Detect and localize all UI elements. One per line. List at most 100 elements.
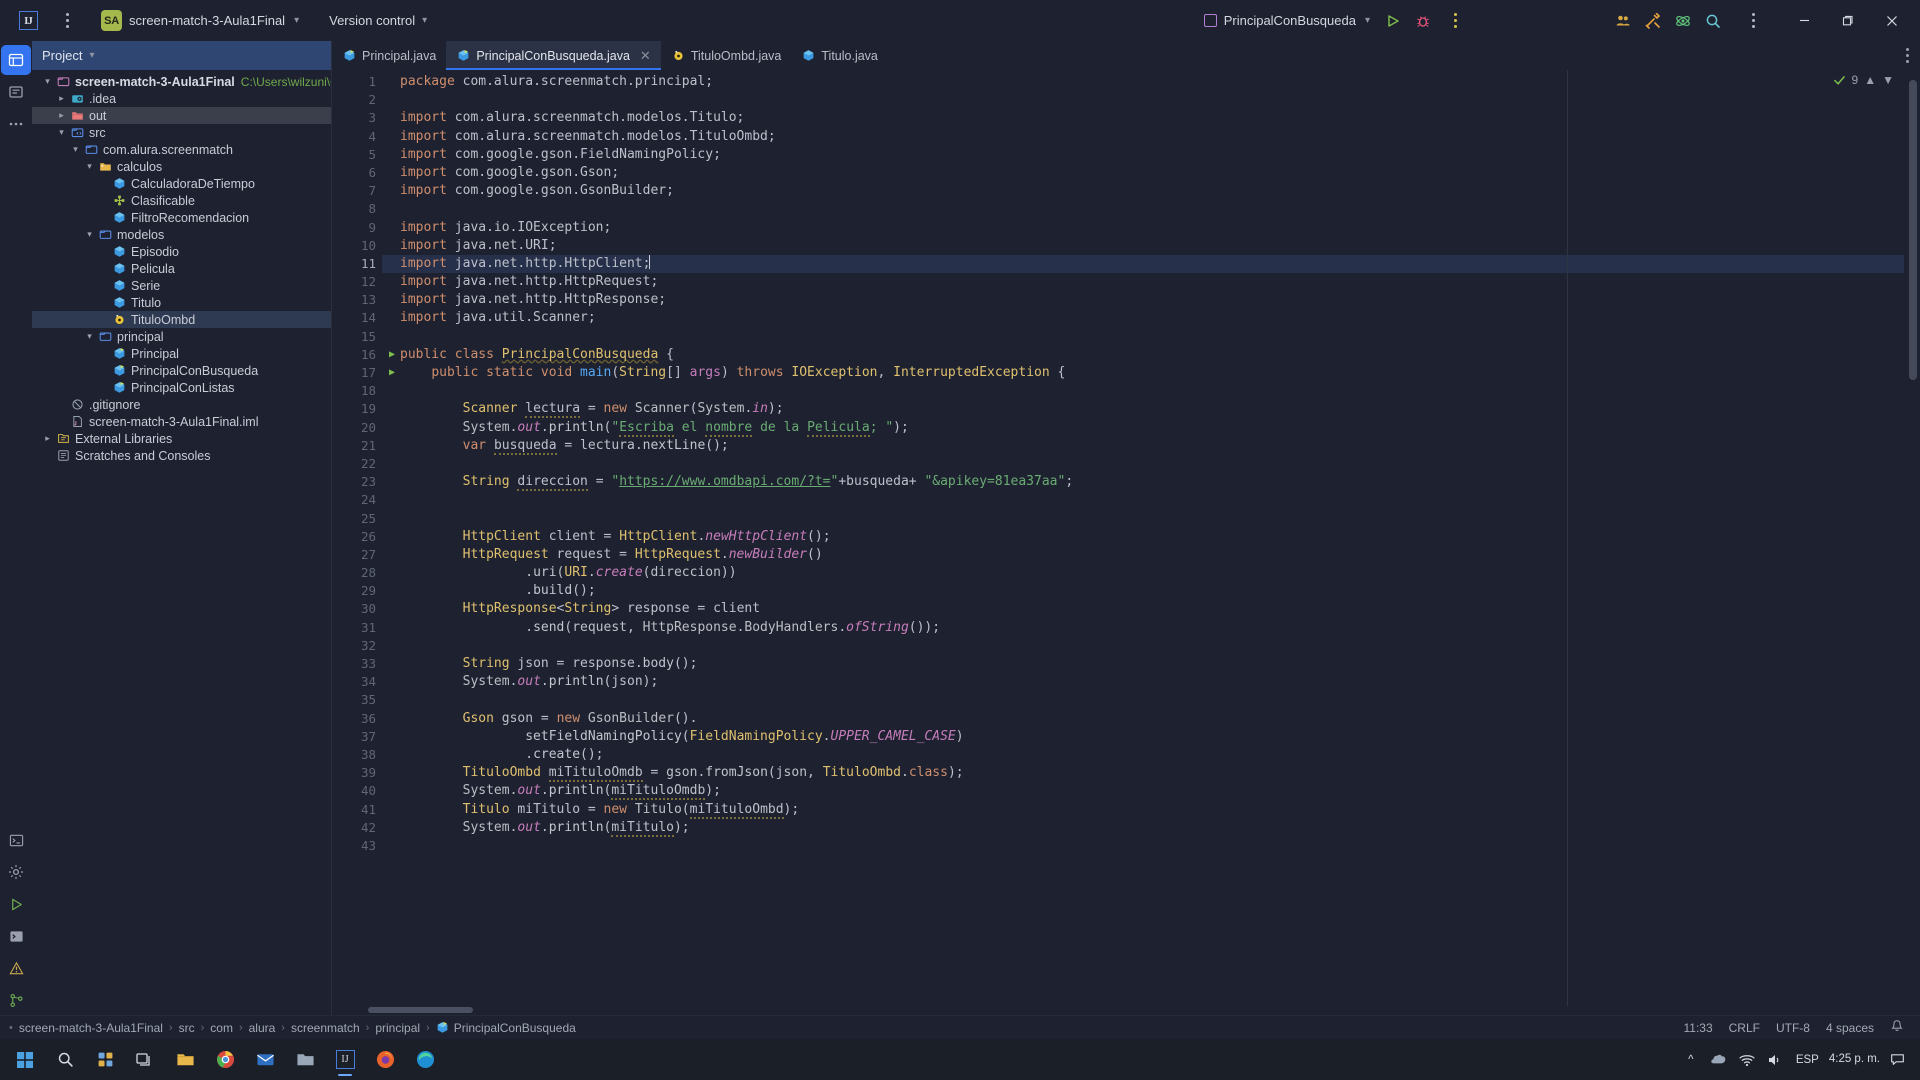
code-line-27[interactable]: HttpRequest request = HttpRequest.newBui… (382, 546, 1904, 564)
tree-node-src[interactable]: ▾ src (32, 124, 331, 141)
code-line-31[interactable]: .send(request, HttpResponse.BodyHandlers… (382, 619, 1904, 637)
code-line-22[interactable] (382, 455, 1904, 473)
chevron-down-icon[interactable]: ▾ (82, 161, 97, 172)
code-line-25[interactable] (382, 510, 1904, 528)
editor-tab-options-icon[interactable] (1894, 41, 1920, 70)
line-number-32[interactable]: 32 (332, 637, 382, 655)
code-line-12[interactable]: import java.net.http.HttpRequest; (382, 273, 1904, 291)
sidebar-item-terminal[interactable] (1, 825, 31, 855)
line-number-13[interactable]: 13 (332, 291, 382, 309)
code-line-26[interactable]: HttpClient client = HttpClient.newHttpCl… (382, 528, 1904, 546)
minimize-window-button[interactable] (1782, 0, 1826, 41)
firefox-icon[interactable] (366, 1043, 404, 1077)
sidebar-item-version-control[interactable] (1, 985, 31, 1015)
line-number-24[interactable]: 24 (332, 491, 382, 509)
tree-node-filtrorecomendacion[interactable]: FiltroRecomendacion (32, 209, 331, 226)
code-line-41[interactable]: Titulo miTitulo = new Titulo(miTituloOmb… (382, 801, 1904, 819)
line-number-16[interactable]: 16 ▶ (332, 346, 395, 364)
editor-tab-principal[interactable]: Principal.java (332, 41, 446, 70)
file-encoding[interactable]: UTF-8 (1768, 1020, 1818, 1036)
line-number-37[interactable]: 37 (332, 728, 382, 746)
code-line-1[interactable]: package com.alura.screenmatch.principal; (382, 73, 1904, 91)
sidebar-item-run[interactable] (1, 889, 31, 919)
line-number-8[interactable]: 8 (332, 200, 382, 218)
main-menu-kebab-icon[interactable] (54, 6, 80, 36)
more-run-actions-icon[interactable] (1442, 6, 1468, 36)
debug-button[interactable] (1408, 6, 1438, 36)
code-line-35[interactable] (382, 691, 1904, 709)
line-number-14[interactable]: 14 (332, 309, 382, 327)
widgets-icon[interactable] (86, 1043, 124, 1077)
sidebar-item-settings[interactable] (1, 857, 31, 887)
code-line-16[interactable]: public class PrincipalConBusqueda { (382, 346, 1904, 364)
code-line-20[interactable]: System.out.println("Escriba el nombre de… (382, 419, 1904, 437)
chevron-down-icon[interactable]: ▾ (40, 76, 55, 87)
show-hidden-icons[interactable]: ^ (1680, 1047, 1702, 1073)
line-number-12[interactable]: 12 (332, 273, 382, 291)
network-icon[interactable] (1736, 1047, 1758, 1073)
line-number-19[interactable]: 19 (332, 400, 382, 418)
line-number-34[interactable]: 34 (332, 673, 382, 691)
horizontal-scrollbar-thumb[interactable] (368, 1007, 473, 1013)
line-number-26[interactable]: 26 (332, 528, 382, 546)
tree-node-screen-match-3-aula1final[interactable]: ▾ screen-match-3-Aula1Final C:\Users\wilzu… (32, 73, 331, 90)
tree-node-principal[interactable]: ▾ principal (32, 328, 331, 345)
code-line-15[interactable] (382, 328, 1904, 346)
code-line-5[interactable]: import com.google.gson.FieldNamingPolicy… (382, 146, 1904, 164)
line-number-7[interactable]: 7 (332, 182, 382, 200)
breadcrumb-item-src[interactable]: src (174, 1020, 200, 1036)
line-number-18[interactable]: 18 (332, 382, 382, 400)
line-number-23[interactable]: 23 (332, 473, 382, 491)
line-number-28[interactable]: 28 (332, 564, 382, 582)
line-number-21[interactable]: 21 (332, 437, 382, 455)
tree-node-calculos[interactable]: ▾ calculos (32, 158, 331, 175)
tree-node-gitignore[interactable]: .gitignore (32, 396, 331, 413)
tree-node-serie[interactable]: Serie (32, 277, 331, 294)
editor-scrollbar[interactable] (1904, 70, 1920, 1006)
line-number-15[interactable]: 15 (332, 328, 382, 346)
breadcrumb-item-screenmatch[interactable]: screenmatch (286, 1020, 365, 1036)
run-button[interactable] (1378, 6, 1408, 36)
code-line-24[interactable] (382, 491, 1904, 509)
editor-tab-bar[interactable]: Principal.java PrincipalConBusqueda.java ✕… (332, 41, 1920, 70)
chevron-right-icon[interactable]: ▸ (54, 93, 69, 104)
start-button[interactable] (6, 1043, 44, 1077)
next-problem-icon[interactable]: ▼ (1882, 73, 1894, 87)
tree-node-scratches-and-consoles[interactable]: Scratches and Consoles (32, 447, 331, 464)
chevron-down-icon[interactable]: ▾ (82, 229, 97, 240)
breadcrumb-item-principal[interactable]: principal (370, 1020, 425, 1036)
code-line-40[interactable]: System.out.println(miTituloOmdb); (382, 782, 1904, 801)
tree-node-titulo[interactable]: Titulo (32, 294, 331, 311)
code-line-32[interactable] (382, 637, 1904, 655)
code-line-37[interactable]: setFieldNamingPolicy(FieldNamingPolicy.U… (382, 728, 1904, 746)
ai-assistant-icon[interactable] (1668, 6, 1698, 36)
line-number-43[interactable]: 43 (332, 837, 382, 855)
line-number-2[interactable]: 2 (332, 91, 382, 109)
notifications-bell-icon[interactable] (1882, 1018, 1912, 1037)
maximize-window-button[interactable] (1826, 0, 1870, 41)
search-taskbar-icon[interactable] (46, 1043, 84, 1077)
line-number-42[interactable]: 42 (332, 819, 382, 837)
breadcrumb-item-screen-match-3-aula1final[interactable]: screen-match-3-Aula1Final (14, 1020, 168, 1036)
code-line-6[interactable]: import com.google.gson.Gson; (382, 164, 1904, 182)
tree-node-principalconlistas[interactable]: PrincipalConListas (32, 379, 331, 396)
sidebar-item-commit[interactable] (1, 77, 31, 107)
chevron-down-icon[interactable]: ▾ (68, 144, 83, 155)
run-configuration-selector[interactable]: PrincipalConBusqueda ▾ (1196, 9, 1378, 32)
breadcrumb-item-principalconbusqueda[interactable]: PrincipalConBusqueda (431, 1020, 581, 1036)
collaborate-icon[interactable] (1608, 6, 1638, 36)
line-number-22[interactable]: 22 (332, 455, 382, 473)
code-line-29[interactable]: .build(); (382, 582, 1904, 600)
tree-node-tituloombd[interactable]: TituloOmbd (32, 311, 331, 328)
mail-icon[interactable] (246, 1043, 284, 1077)
language-indicator[interactable]: ESP (1792, 1047, 1823, 1073)
code-line-38[interactable]: .create(); (382, 746, 1904, 764)
sidebar-item-more[interactable] (1, 109, 31, 139)
breadcrumb[interactable]: screen-match-3-Aula1Final › src › com › alura ›… (14, 1020, 581, 1036)
code-line-23[interactable]: String direccion = "https://www.omdbapi.… (382, 473, 1904, 492)
intellij-taskbar-icon[interactable]: IJ (326, 1043, 364, 1077)
sidebar-item-console[interactable] (1, 921, 31, 951)
line-number-20[interactable]: 20 (332, 419, 382, 437)
code-line-33[interactable]: String json = response.body(); (382, 655, 1904, 673)
project-selector[interactable]: SA screen-match-3-Aula1Final ▾ (94, 6, 306, 35)
